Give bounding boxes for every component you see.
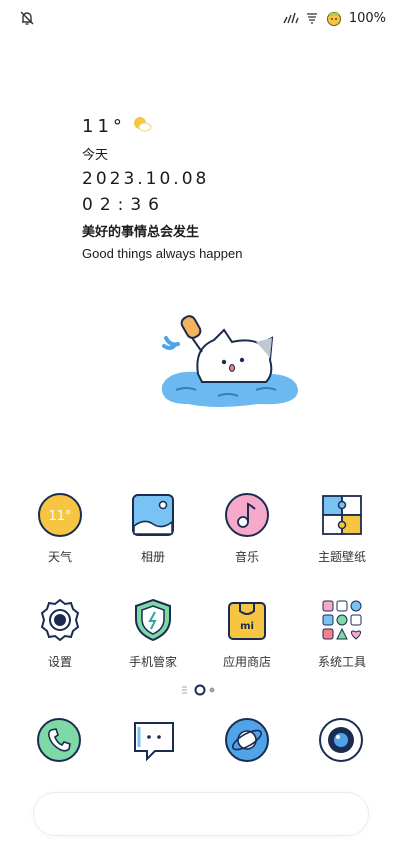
status-bar: 100% xyxy=(0,0,400,36)
app-store-icon: mi xyxy=(224,597,270,643)
app-themes[interactable]: 主题壁纸 xyxy=(297,492,387,565)
temperature: 11° xyxy=(82,115,126,137)
date-text: 2023.10.08 xyxy=(82,169,210,189)
app-tools-folder[interactable]: 系统工具 xyxy=(297,597,387,670)
app-store-icon-text: mi xyxy=(240,621,254,632)
camera-icon[interactable] xyxy=(318,717,364,763)
motto-english: Good things always happen xyxy=(82,246,243,261)
app-label: 音乐 xyxy=(234,550,259,564)
settings-icon xyxy=(37,597,83,643)
clock-weather-widget[interactable]: 11° 今天 2023.10.08 02:36 美好的事情总会发生 Good t… xyxy=(82,114,342,262)
battery-percent: 100% xyxy=(348,10,386,26)
cat-swimming-illustration xyxy=(158,312,304,408)
themes-icon xyxy=(319,492,365,538)
pager-dot-active xyxy=(194,684,206,696)
app-label: 设置 xyxy=(47,655,72,669)
weather-icon: 11° xyxy=(37,492,83,538)
page-indicator[interactable] xyxy=(180,682,220,696)
music-icon xyxy=(224,492,270,538)
app-label: 手机管家 xyxy=(128,655,177,669)
app-label: 系统工具 xyxy=(317,655,366,669)
tools-folder-icon xyxy=(319,597,365,643)
notifications-off-icon xyxy=(18,9,36,27)
app-label: 应用商店 xyxy=(222,655,271,669)
pager-dot xyxy=(209,687,215,693)
app-settings[interactable]: 设置 xyxy=(15,597,105,670)
pager-list-icon xyxy=(182,686,187,694)
motto-chinese: 美好的事情总会发生 xyxy=(82,225,200,240)
gallery-icon xyxy=(130,492,176,538)
sunny-cloud-icon xyxy=(132,115,152,137)
phone-icon[interactable] xyxy=(36,717,82,763)
app-music[interactable]: 音乐 xyxy=(202,492,292,565)
app-security[interactable]: 手机管家 xyxy=(108,597,198,670)
app-label: 相册 xyxy=(140,550,165,564)
app-gallery[interactable]: 相册 xyxy=(108,492,198,565)
app-store[interactable]: mi 应用商店 xyxy=(202,597,292,670)
browser-icon[interactable] xyxy=(224,717,270,763)
wifi-icon xyxy=(305,12,319,24)
day-label: 今天 xyxy=(82,148,109,163)
time-text: 02:36 xyxy=(82,195,166,215)
messages-icon[interactable] xyxy=(131,717,177,763)
app-weather[interactable]: 11° 天气 xyxy=(15,492,105,565)
app-label: 天气 xyxy=(47,550,72,564)
search-bar[interactable] xyxy=(33,792,369,836)
weather-icon-text: 11° xyxy=(48,509,71,524)
app-label: 主题壁纸 xyxy=(317,550,366,564)
signal-icon xyxy=(283,12,299,24)
security-icon xyxy=(130,597,176,643)
battery-character-icon xyxy=(325,10,343,26)
